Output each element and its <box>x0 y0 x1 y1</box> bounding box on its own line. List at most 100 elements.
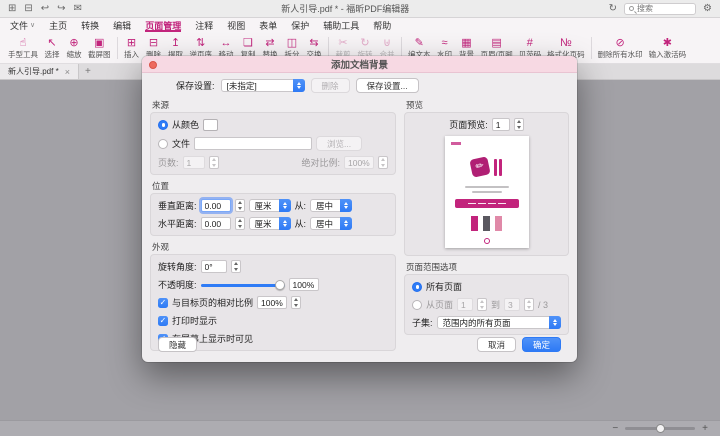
vertical-anchor-dropdown[interactable]: 居中 <box>310 199 352 212</box>
absolute-scale-input[interactable] <box>344 156 374 169</box>
page-preview-input[interactable] <box>492 118 510 131</box>
show-when-print-checkbox[interactable]: ✓ <box>158 316 168 326</box>
menu-tab-convert[interactable]: 转换 <box>81 18 99 32</box>
ribbon-tool-snapshot[interactable]: ▣截屏图 <box>85 37 114 59</box>
menu-tab-accessibility[interactable]: 辅助工具 <box>323 18 359 32</box>
slider-knob[interactable] <box>275 280 285 290</box>
document-tab[interactable]: 新人引导.pdf * × <box>0 64 79 79</box>
relative-scale-input[interactable] <box>257 296 287 309</box>
opacity-value-input[interactable] <box>289 278 319 291</box>
dropdown-chevrons-icon <box>279 217 291 230</box>
to-page-input[interactable] <box>504 298 520 311</box>
to-page-label: 到 <box>491 298 500 311</box>
rotation-input[interactable] <box>201 260 227 273</box>
rotation-row: 旋转角度: <box>158 260 388 273</box>
ribbon-tool-select[interactable]: ↖选择 <box>41 37 63 59</box>
all-pages-row: 所有页面 <box>412 280 561 293</box>
delete-setting-button[interactable]: 删除 <box>311 78 350 93</box>
pages-input[interactable] <box>183 156 205 169</box>
ribbon-tool-insert-page[interactable]: ⊞插入 <box>121 37 143 59</box>
page-preview-stepper[interactable] <box>514 118 524 131</box>
ribbon-tool-enter-activation-code[interactable]: ✱输入激活码 <box>646 37 690 59</box>
rotation-stepper[interactable] <box>231 260 241 273</box>
horizontal-distance-stepper[interactable] <box>235 217 245 230</box>
color-swatch[interactable] <box>203 119 218 131</box>
camera-icon: ▣ <box>94 37 104 50</box>
preview-figures <box>445 216 529 231</box>
copy-page-icon: ❏ <box>243 37 253 50</box>
page-preview-row: 页面预览: <box>412 118 561 131</box>
vertical-title-bars <box>494 159 502 176</box>
new-tab-button[interactable]: + <box>79 64 97 79</box>
save-icon[interactable]: ⊞ <box>8 4 16 14</box>
zoom-out-icon[interactable]: − <box>612 423 618 434</box>
tool-label: 手型工具 <box>8 50 38 59</box>
ribbon-tool-zoom[interactable]: ⊕缩放 <box>63 37 85 59</box>
ribbon-tool-hand[interactable]: ☝手型工具 <box>5 37 41 59</box>
from-color-radio[interactable] <box>158 120 168 130</box>
statusbar: − + <box>0 420 720 436</box>
undo-icon[interactable]: ↩ <box>41 4 49 14</box>
absolute-scale-stepper[interactable] <box>378 156 388 169</box>
save-setting-button[interactable]: 保存设置... <box>356 78 419 93</box>
window-title: 新人引导.pdf * - 福昕PDF编辑器 <box>88 2 603 15</box>
menu-tab-edit[interactable]: 编辑 <box>113 18 131 32</box>
figure-icon <box>471 216 478 231</box>
gear-icon[interactable]: ⚙ <box>703 3 712 14</box>
vertical-distance-stepper[interactable] <box>235 199 245 212</box>
dialog-close-button[interactable] <box>149 61 157 69</box>
pages-stepper[interactable] <box>209 156 219 169</box>
horizontal-distance-input[interactable] <box>201 217 231 230</box>
dialog-right-column: 预览 页面预览: ✏ <box>404 97 569 330</box>
zoom-slider[interactable] <box>625 427 695 430</box>
zoom-slider-knob[interactable] <box>656 424 665 433</box>
menu-tab-page-management[interactable]: 页面管理 <box>145 18 181 32</box>
figure-icon <box>495 216 502 231</box>
horizontal-anchor-dropdown[interactable]: 居中 <box>310 217 352 230</box>
zoom-in-icon[interactable]: + <box>702 423 708 434</box>
save-settings-dropdown[interactable]: [未指定] <box>221 79 305 92</box>
save-settings-row: 保存设置: [未指定] 删除 保存设置... <box>150 78 569 93</box>
all-pages-label: 所有页面 <box>426 280 462 293</box>
menu-tab-protect[interactable]: 保护 <box>291 18 309 32</box>
search-box[interactable] <box>624 3 696 15</box>
opacity-slider[interactable] <box>201 279 285 291</box>
file-path-input[interactable] <box>194 137 312 150</box>
ok-button[interactable]: 确定 <box>522 337 561 352</box>
relative-scale-stepper[interactable] <box>291 296 301 309</box>
subset-dropdown[interactable]: 范围内的所有页面 <box>437 316 561 329</box>
email-icon[interactable]: ✉ <box>74 4 82 14</box>
menu-tab-home[interactable]: 主页 <box>49 18 67 32</box>
move-page-icon: ↔ <box>221 37 232 50</box>
browse-button[interactable]: 浏览... <box>316 136 362 151</box>
from-file-radio[interactable] <box>158 139 168 149</box>
all-pages-radio[interactable] <box>412 282 422 292</box>
menu-tab-help[interactable]: 帮助 <box>373 18 391 32</box>
from-file-row: 文件 浏览... <box>158 136 388 151</box>
relative-scale-checkbox[interactable]: ✓ <box>158 298 168 308</box>
hide-button[interactable]: 隐藏 <box>158 337 197 352</box>
redo-icon[interactable]: ↪ <box>57 4 65 14</box>
print-icon[interactable]: ⊟ <box>24 4 32 14</box>
close-icon[interactable]: × <box>65 67 70 77</box>
search-input[interactable] <box>637 4 691 13</box>
dialog-titlebar: 添加文档背景 <box>142 56 577 73</box>
save-settings-label: 保存设置: <box>176 79 215 92</box>
ribbon-tool-remove-all-watermarks[interactable]: ⊘删除所有水印 <box>595 37 646 59</box>
horizontal-unit-dropdown[interactable]: 厘米 <box>249 217 291 230</box>
sync-icon[interactable]: ↻ <box>609 3 617 14</box>
from-page-input[interactable] <box>457 298 473 311</box>
page-span-radio[interactable] <box>412 300 422 310</box>
menu-tab-file[interactable]: 文件 ∨ <box>10 18 35 32</box>
menu-tab-comment[interactable]: 注释 <box>195 18 213 32</box>
menu-tab-form[interactable]: 表单 <box>259 18 277 32</box>
from-page-stepper[interactable] <box>477 298 487 311</box>
menu-tab-view[interactable]: 视图 <box>227 18 245 32</box>
cancel-button[interactable]: 取消 <box>477 337 516 352</box>
horizontal-distance-row: 水平距离: 厘米 从: 居中 <box>158 217 388 230</box>
split-icon: ◫ <box>287 37 297 50</box>
vertical-distance-input[interactable] <box>201 199 231 212</box>
to-page-stepper[interactable] <box>524 298 534 311</box>
vertical-unit-dropdown[interactable]: 厘米 <box>249 199 291 212</box>
page-number-icon: № <box>560 37 572 50</box>
